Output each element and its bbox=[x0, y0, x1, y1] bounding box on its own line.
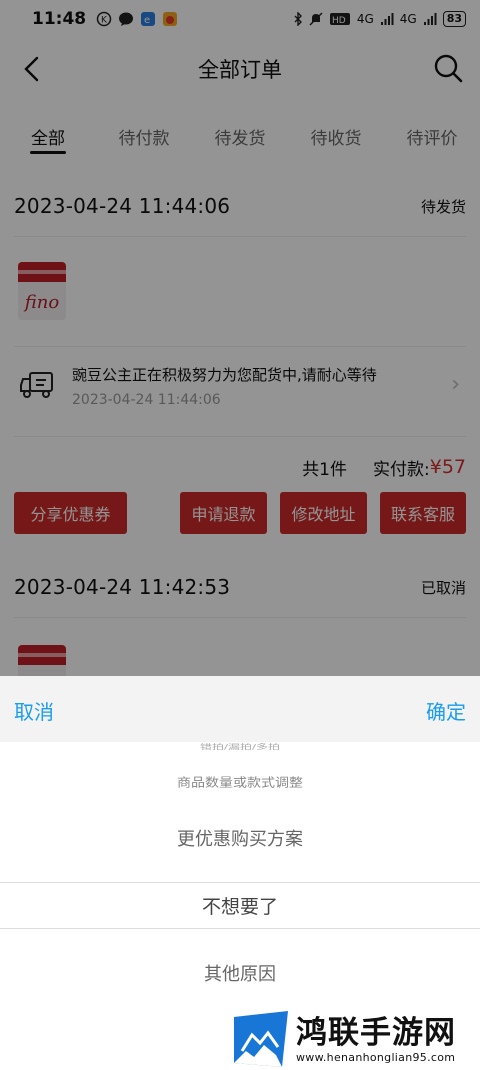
picker-option[interactable]: 商品数量或款式调整 bbox=[0, 774, 480, 791]
sheet-confirm-button[interactable]: 确定 bbox=[426, 696, 466, 725]
sheet-toolbar: 取消 确定 bbox=[0, 676, 480, 742]
picker-option-selected[interactable]: 不想要了 bbox=[0, 892, 480, 919]
site-logo bbox=[234, 1011, 288, 1067]
sheet-cancel-button[interactable]: 取消 bbox=[14, 696, 54, 725]
watermark-name: 鸿联手游网 bbox=[296, 1014, 456, 1051]
picker-selection-line bbox=[0, 882, 480, 883]
watermark: 鸿联手游网 www.henanhonglian95.com bbox=[232, 1008, 472, 1070]
picker-option[interactable]: 更优惠购买方案 bbox=[0, 825, 480, 851]
picker-option[interactable]: 错拍/漏拍/多拍 bbox=[0, 742, 480, 751]
picker-option[interactable]: 其他原因 bbox=[0, 960, 480, 986]
watermark-url: www.henanhonglian95.com bbox=[296, 1050, 456, 1064]
picker-selection-line bbox=[0, 928, 480, 929]
